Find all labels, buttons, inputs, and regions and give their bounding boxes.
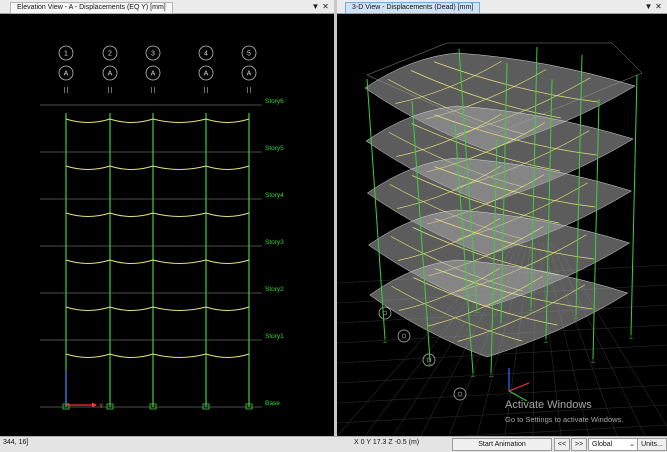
grid-bubble-icon [378,306,392,320]
grid-bubble-row-label: A [108,71,113,78]
support-icon: ⊥ [382,338,387,345]
status-bar: 344, 16] X 0 Y 17.3 Z -0.5 (m) Start Ani… [0,436,667,452]
axis-label-y: Y [99,403,104,410]
ground-grid-line [337,384,667,404]
close-icon[interactable]: ✕ [321,2,330,12]
support-icon: ⊥ [543,338,548,345]
story-label-story1: Story1 [265,333,284,340]
support-icon: ⊥ [573,314,578,321]
activate-windows-subtitle: Go to Settings to activate Windows. [505,415,624,424]
deformed-beam [65,212,250,217]
support-icon: ⊥ [488,372,493,379]
story-label-story3: Story3 [265,239,284,246]
deformed-beam [65,165,250,170]
grid-bubble-row-label: A [204,71,209,78]
column-line [630,74,638,336]
coordinates-readout: X 0 Y 17.3 Z -0.5 (m) [354,439,420,446]
coordinate-system-value: Global [592,441,613,448]
support-icon: ⊥ [474,308,479,315]
support-icon: ⊥ [498,322,503,329]
story-label-story2: Story2 [265,286,284,293]
grid-bubble-row-label: A [64,71,69,78]
units-button[interactable]: Units... [637,438,667,451]
start-animation-button[interactable]: Start Animation [452,438,552,451]
close-icon[interactable]: ✕ [654,2,663,12]
coordinate-system-select[interactable]: Global ⌄ [588,438,638,451]
story-label-story5: Story5 [265,145,284,152]
grid-bubble-label: 3 [151,51,155,58]
elevation-view-titlebar: Elevation View - A - Displacements (EQ Y… [0,0,334,14]
pin-dropdown-icon[interactable]: ▼ [311,2,320,12]
grid-bubble-dot [457,391,463,397]
cursor-readout: 344, 16] [3,439,29,446]
support-icon: ⊥ [427,360,432,367]
grid-bubble-icon [453,387,467,401]
grid-bubble-label: 1 [64,51,68,58]
3d-view-window[interactable]: 3-D View - Displacements (Dead) [mm] ▼ ✕… [337,0,667,436]
chevron-down-icon: ⌄ [629,441,635,448]
deformed-beam [65,353,250,358]
ground-grid-line [459,424,667,436]
grid-bubble-row-label: A [151,71,156,78]
story-label-story4: Story4 [265,192,284,199]
grid-bubble-dot [401,333,407,339]
support-icon: ⊥ [528,306,533,313]
column-line [366,78,386,340]
grid-bubble-row-label: A [247,71,252,78]
grid-bubble-label: 4 [204,51,208,58]
grid-bubble-label: 5 [247,51,251,58]
ground-grid-line [337,364,667,384]
story-label-story6: Story6 [265,98,284,105]
next-button[interactable]: >> [571,438,587,451]
activate-windows-title: Activate Windows [505,399,592,411]
grid-bubble-icon [397,329,411,343]
3d-view-titlebar: 3-D View - Displacements (Dead) [mm] ▼ ✕ [337,0,667,14]
support-icon: ⊥ [628,334,633,341]
elevation-view-window[interactable]: Elevation View - A - Displacements (EQ Y… [0,0,334,436]
story-label-base: Base [265,400,280,407]
elevation-canvas[interactable]: Story6 Story5 Story4 Story3 Story2 Story1 Base… [0,13,334,436]
deformed-beam [65,118,250,123]
grid-bubble-label: 2 [108,51,112,58]
previous-button[interactable]: << [554,438,570,451]
deformed-beam [65,259,250,264]
support-icon: ⊥ [590,358,595,365]
3d-canvas[interactable]: ⊥ ⊥ ⊥ ⊥ ⊥ ⊥ ⊥ ⊥ ⊥ ⊥ ⊥ [337,13,667,436]
support-icon: ⊥ [470,372,475,379]
pin-dropdown-icon[interactable]: ▼ [644,2,653,12]
deformed-beam [65,306,250,311]
